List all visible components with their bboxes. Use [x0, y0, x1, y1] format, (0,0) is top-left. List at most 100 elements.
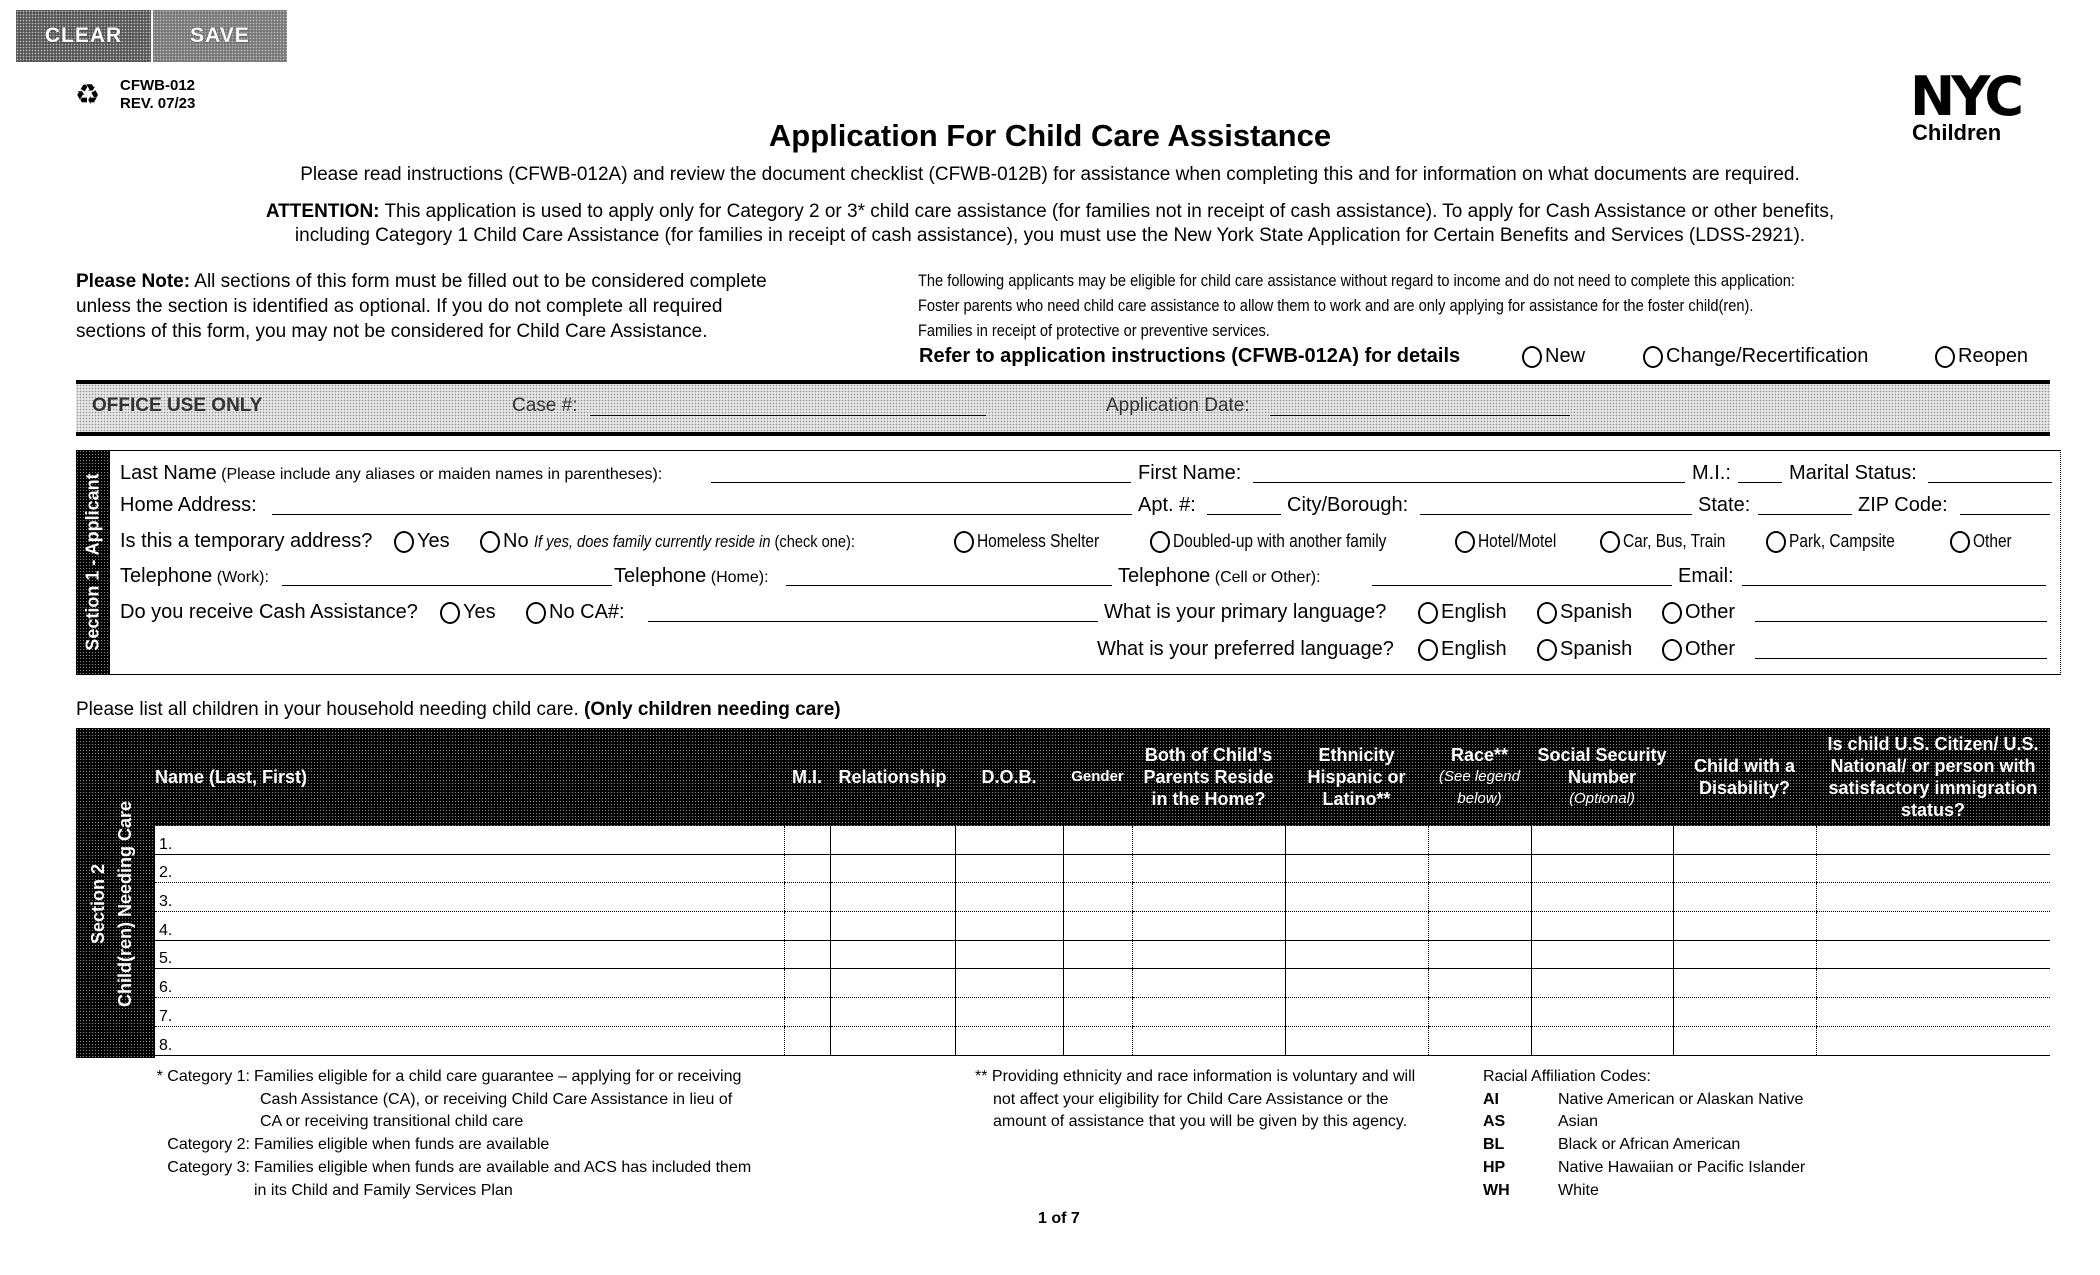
clear-button[interactable]: CLEAR: [16, 10, 151, 62]
app-type-reopen[interactable]: Reopen: [1935, 345, 2028, 368]
child-name-cell[interactable]: 4.: [155, 911, 784, 941]
radio-primary-lang[interactable]: [1662, 601, 1682, 624]
table-cell[interactable]: [783, 968, 830, 999]
table-cell[interactable]: [1672, 968, 1816, 999]
application-date-field[interactable]: [1270, 415, 1570, 416]
child-name-cell[interactable]: 1.: [155, 826, 784, 855]
radio-reopen[interactable]: [1935, 345, 1955, 368]
table-cell[interactable]: [783, 911, 830, 941]
table-cell[interactable]: [1284, 882, 1428, 913]
table-cell[interactable]: [1815, 854, 2050, 884]
table-cell[interactable]: [829, 997, 955, 1027]
table-cell[interactable]: [1530, 968, 1673, 999]
table-cell[interactable]: [829, 940, 955, 970]
table-cell[interactable]: [954, 854, 1063, 884]
table-cell[interactable]: [1427, 882, 1531, 913]
table-cell[interactable]: [1427, 1026, 1531, 1056]
table-cell[interactable]: [954, 826, 1063, 855]
table-cell[interactable]: [1530, 997, 1673, 1027]
table-cell[interactable]: [1062, 911, 1132, 941]
table-cell[interactable]: [829, 968, 955, 999]
radio-change[interactable]: [1643, 345, 1663, 368]
table-cell[interactable]: [1672, 882, 1816, 913]
residence-car-bus-train[interactable]: Car, Bus, Train: [1600, 530, 1742, 553]
primary-lang-other-field[interactable]: [1755, 621, 2047, 622]
table-cell[interactable]: [1131, 997, 1285, 1027]
table-cell[interactable]: [1815, 1026, 2050, 1056]
radio-primary-lang[interactable]: [1537, 601, 1557, 624]
zip-field[interactable]: [1960, 514, 2050, 515]
residence-other[interactable]: Other: [1950, 530, 2018, 553]
table-cell[interactable]: [954, 968, 1063, 999]
tel-cell-field[interactable]: [1372, 585, 1672, 586]
table-cell[interactable]: [1062, 968, 1132, 999]
radio-temp-no[interactable]: [480, 530, 500, 553]
table-cell[interactable]: [783, 997, 830, 1027]
radio-residence[interactable]: [954, 530, 974, 553]
table-cell[interactable]: [829, 911, 955, 941]
preferred-lang-english[interactable]: English: [1418, 638, 1507, 661]
table-cell[interactable]: [829, 826, 955, 855]
radio-preferred-lang[interactable]: [1537, 638, 1557, 661]
radio-residence[interactable]: [1455, 530, 1475, 553]
table-cell[interactable]: [1530, 826, 1673, 855]
table-cell[interactable]: [1062, 1026, 1132, 1056]
marital-status-field[interactable]: [1928, 482, 2052, 483]
radio-preferred-lang[interactable]: [1418, 638, 1438, 661]
child-name-cell[interactable]: 3.: [155, 882, 784, 913]
table-cell[interactable]: [1284, 1026, 1428, 1056]
table-cell[interactable]: [1131, 940, 1285, 970]
radio-temp-yes[interactable]: [394, 530, 414, 553]
residence-hotel-motel[interactable]: Hotel/Motel: [1455, 530, 1569, 553]
radio-new[interactable]: [1522, 345, 1542, 368]
table-cell[interactable]: [1284, 854, 1428, 884]
radio-cash-yes[interactable]: [440, 601, 460, 624]
table-cell[interactable]: [1530, 1026, 1673, 1056]
table-cell[interactable]: [1530, 854, 1673, 884]
table-cell[interactable]: [1131, 882, 1285, 913]
table-cell[interactable]: [1672, 997, 1816, 1027]
table-cell[interactable]: [954, 997, 1063, 1027]
table-cell[interactable]: [1284, 911, 1428, 941]
table-cell[interactable]: [1131, 826, 1285, 855]
table-cell[interactable]: [1062, 854, 1132, 884]
table-cell[interactable]: [1427, 968, 1531, 999]
ca-number-field[interactable]: [648, 621, 1098, 622]
preferred-lang-other-field[interactable]: [1755, 658, 2047, 659]
table-cell[interactable]: [783, 826, 830, 855]
table-cell[interactable]: [783, 882, 830, 913]
residence-park-campsite[interactable]: Park, Campsite: [1766, 530, 1912, 553]
child-name-cell[interactable]: 8.: [155, 1026, 784, 1056]
table-cell[interactable]: [1284, 940, 1428, 970]
home-address-field[interactable]: [272, 514, 1132, 515]
table-cell[interactable]: [1427, 940, 1531, 970]
table-cell[interactable]: [1427, 854, 1531, 884]
radio-preferred-lang[interactable]: [1662, 638, 1682, 661]
preferred-lang-other[interactable]: Other: [1662, 638, 1735, 661]
temp-no-option[interactable]: No If yes, does family currently reside …: [480, 530, 907, 553]
table-cell[interactable]: [1815, 882, 2050, 913]
table-cell[interactable]: [954, 911, 1063, 941]
child-name-cell[interactable]: 6.: [155, 968, 784, 999]
table-cell[interactable]: [1815, 826, 2050, 855]
table-cell[interactable]: [1062, 826, 1132, 855]
app-type-change[interactable]: Change/Recertification: [1643, 345, 1868, 368]
temp-yes-option[interactable]: Yes: [394, 530, 450, 553]
table-cell[interactable]: [1131, 911, 1285, 941]
table-cell[interactable]: [1672, 826, 1816, 855]
table-cell[interactable]: [1672, 854, 1816, 884]
table-cell[interactable]: [1062, 940, 1132, 970]
residence-doubled-up[interactable]: Doubled-up with another family: [1150, 530, 1421, 553]
table-cell[interactable]: [1062, 997, 1132, 1027]
primary-lang-english[interactable]: English: [1418, 601, 1507, 624]
table-cell[interactable]: [829, 1026, 955, 1056]
table-cell[interactable]: [1284, 826, 1428, 855]
tel-home-field[interactable]: [786, 585, 1112, 586]
table-cell[interactable]: [1131, 1026, 1285, 1056]
cash-yes-option[interactable]: Yes: [440, 601, 496, 624]
table-cell[interactable]: [1131, 968, 1285, 999]
first-name-field[interactable]: [1253, 482, 1685, 483]
table-cell[interactable]: [954, 882, 1063, 913]
child-name-cell[interactable]: 2.: [155, 854, 784, 884]
table-cell[interactable]: [1672, 911, 1816, 941]
